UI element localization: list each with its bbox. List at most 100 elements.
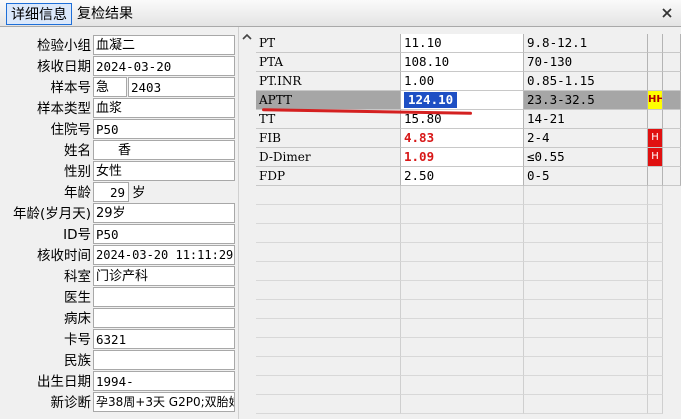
- receive-date-label: 核收日期: [37, 59, 91, 75]
- test-result[interactable]: 108.10: [401, 53, 524, 72]
- field-doctor: 医生: [0, 287, 236, 309]
- result-row[interactable]: PT.INR 1.00 0.85-1.15: [256, 72, 681, 91]
- empty-cell: [524, 243, 648, 262]
- result-row[interactable]: FIB 4.83 2-4 H: [256, 129, 681, 148]
- empty-cell: [648, 395, 663, 414]
- empty-cell: [524, 357, 648, 376]
- diagnosis-field[interactable]: 孕38周+3天 G2P0;双胎妊: [93, 392, 235, 412]
- reference-range: 0.85-1.15: [524, 72, 648, 91]
- empty-grid-row: [256, 300, 681, 319]
- empty-cell: [401, 262, 524, 281]
- empty-grid-row: [256, 205, 681, 224]
- receive-time-label: 核收时间: [37, 248, 91, 264]
- group-label: 检验小组: [37, 38, 91, 54]
- field-group: 检验小组 血凝二: [0, 35, 236, 57]
- field-age-ymd: 年龄(岁月天) 29岁: [0, 203, 236, 225]
- field-gender: 性别 女性: [0, 161, 236, 183]
- name-field[interactable]: 香: [93, 140, 235, 160]
- test-result-selected[interactable]: 124.10: [404, 92, 458, 108]
- empty-grid-row: [256, 243, 681, 262]
- field-sample-no: 样本号 急 2403: [0, 77, 236, 99]
- grid-cell-blank: [663, 91, 681, 110]
- empty-cell: [256, 186, 401, 205]
- empty-grid-row: [256, 395, 681, 414]
- result-row[interactable]: PT 11.10 9.8-12.1: [256, 34, 681, 53]
- grid-cell-blank: [663, 167, 681, 186]
- field-age: 年龄 29 岁: [0, 182, 236, 204]
- scroll-up-icon[interactable]: [242, 33, 252, 41]
- test-result[interactable]: 1.09: [401, 148, 524, 167]
- empty-cell: [524, 281, 648, 300]
- test-name: FDP: [256, 167, 401, 186]
- inpatient-no-field[interactable]: P50: [93, 119, 235, 139]
- field-bed: 病床: [0, 308, 236, 330]
- card-field[interactable]: 6321: [93, 329, 235, 349]
- field-name: 姓名 香: [0, 140, 236, 162]
- name-label: 姓名: [64, 143, 91, 159]
- department-field[interactable]: 门诊产科: [93, 266, 235, 286]
- result-row[interactable]: D-Dimer 1.09 ≤0.55 H: [256, 148, 681, 167]
- age-field[interactable]: 29: [93, 182, 129, 202]
- test-name: PT.INR: [256, 72, 401, 91]
- empty-cell: [648, 262, 663, 281]
- id-label: ID号: [63, 227, 91, 243]
- test-result[interactable]: 2.50: [401, 167, 524, 186]
- empty-grid-row: [256, 262, 681, 281]
- doctor-field[interactable]: [93, 287, 235, 307]
- result-row-selected[interactable]: APTT 124.10 23.3-32.5 HH: [256, 91, 681, 110]
- result-flag: H: [648, 148, 663, 167]
- birth-date-field[interactable]: 1994-: [93, 371, 235, 391]
- reference-range: 70-130: [524, 53, 648, 72]
- empty-cell: [524, 186, 648, 205]
- group-field[interactable]: 血凝二: [93, 35, 235, 55]
- empty-cell: [401, 338, 524, 357]
- ethnicity-field[interactable]: [93, 350, 235, 370]
- empty-grid-row: [256, 281, 681, 300]
- empty-cell: [256, 243, 401, 262]
- field-id: ID号 P50: [0, 224, 236, 246]
- test-result[interactable]: 1.00: [401, 72, 524, 91]
- receive-date-field[interactable]: 2024-03-20: [93, 56, 235, 76]
- field-sample-type: 样本类型 血浆: [0, 98, 236, 120]
- result-row[interactable]: FDP 2.50 0-5: [256, 167, 681, 186]
- empty-cell: [524, 224, 648, 243]
- sample-urgent-select[interactable]: 急: [93, 77, 127, 97]
- tab-details[interactable]: 详细信息: [6, 3, 72, 25]
- result-flag: HH: [648, 91, 663, 110]
- reference-range: 9.8-12.1: [524, 34, 648, 53]
- test-result[interactable]: 4.83: [401, 129, 524, 148]
- empty-cell: [401, 224, 524, 243]
- empty-cell: [256, 262, 401, 281]
- sample-no-field[interactable]: 2403: [128, 77, 235, 97]
- tab-recheck-results[interactable]: 复检结果: [73, 3, 137, 25]
- sample-type-field[interactable]: 血浆: [93, 98, 235, 118]
- gender-field[interactable]: 女性: [93, 161, 235, 181]
- patient-info-panel: 检验小组 血凝二 核收日期 2024-03-20 样本号 急 2403 样本类型…: [0, 27, 236, 419]
- empty-cell: [401, 357, 524, 376]
- id-field[interactable]: P50: [93, 224, 235, 244]
- reference-range: ≤0.55: [524, 148, 648, 167]
- test-result[interactable]: 11.10: [401, 34, 524, 53]
- age-ymd-field[interactable]: 29岁: [93, 203, 235, 223]
- result-row[interactable]: PTA 108.10 70-130: [256, 53, 681, 72]
- birth-date-label: 出生日期: [37, 374, 91, 390]
- receive-time-field[interactable]: 2024-03-20 11:11:29: [93, 245, 235, 265]
- empty-cell: [256, 395, 401, 414]
- empty-cell: [648, 186, 663, 205]
- age-unit: 岁: [132, 185, 146, 201]
- test-result-cell[interactable]: 124.10: [401, 91, 524, 110]
- empty-cell: [648, 300, 663, 319]
- empty-cell: [401, 319, 524, 338]
- empty-cell: [401, 281, 524, 300]
- empty-cell: [524, 205, 648, 224]
- field-ethnicity: 民族: [0, 350, 236, 372]
- empty-cell: [256, 357, 401, 376]
- empty-cell: [256, 319, 401, 338]
- result-flag: [648, 53, 663, 72]
- age-label: 年龄: [64, 185, 91, 201]
- empty-cell: [401, 205, 524, 224]
- department-label: 科室: [64, 269, 91, 285]
- form-scrollbar[interactable]: [238, 27, 255, 419]
- close-icon[interactable]: [661, 7, 673, 19]
- bed-field[interactable]: [93, 308, 235, 328]
